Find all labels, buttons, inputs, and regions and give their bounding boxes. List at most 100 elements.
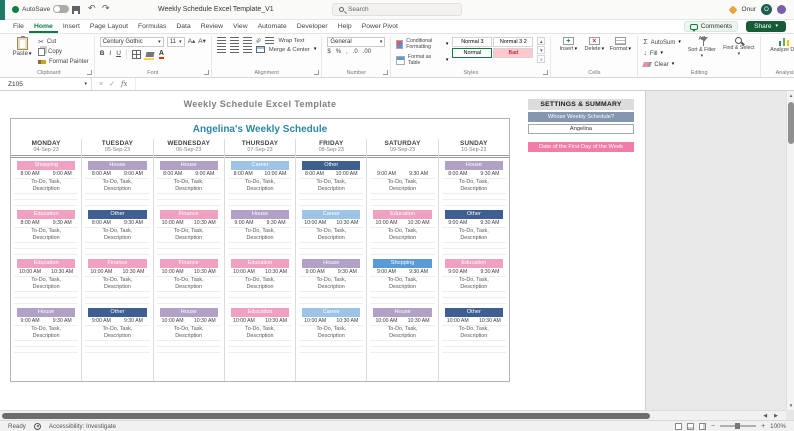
todo-cell[interactable]: To-Do, Task, Description <box>299 326 364 341</box>
vertical-scrollbar[interactable]: ▲ ▼ <box>786 91 794 410</box>
category-cell[interactable]: Other <box>444 210 503 219</box>
wrap-text-icon[interactable] <box>265 37 275 44</box>
category-cell[interactable]: House <box>17 308 76 317</box>
category-cell[interactable]: Education <box>230 259 290 268</box>
horizontal-scrollbar[interactable]: ◀ ▶ <box>0 410 794 420</box>
time-cell[interactable]: 8:00 AM 9:30 AM <box>85 219 150 228</box>
font-family-select[interactable]: Century Gothic ▾ <box>99 37 164 47</box>
horizontal-scroll-thumb[interactable] <box>2 413 650 419</box>
cell-style-normal[interactable]: Normal <box>452 48 493 58</box>
tab-insert[interactable]: Insert <box>58 20 85 33</box>
page-layout-view-icon[interactable] <box>686 422 694 430</box>
category-cell[interactable]: Finance <box>88 259 147 268</box>
format-as-table-button[interactable]: Format as Table ▾ <box>396 53 448 68</box>
cell-style-normal-3-2[interactable]: Normal 3 2 <box>493 37 534 47</box>
align-left-icon[interactable] <box>216 46 226 53</box>
italic-button[interactable]: I <box>109 50 111 58</box>
gallery-up-icon[interactable]: ▲ <box>537 37 546 45</box>
todo-cell[interactable]: To-Do, Task, Description <box>85 326 150 341</box>
time-cell[interactable]: 8:00 AM 9:30 AM <box>441 170 506 179</box>
time-cell[interactable]: 10:00 AM 10:30 AM <box>370 317 435 326</box>
category-cell[interactable]: Career <box>302 210 361 219</box>
todo-cell[interactable]: To-Do, Task, Description <box>85 277 150 292</box>
todo-cell[interactable]: To-Do, Task, Description <box>156 179 221 194</box>
tab-developer[interactable]: Developer <box>292 20 333 33</box>
align-middle-icon[interactable] <box>229 37 239 44</box>
category-cell[interactable]: Shopping <box>373 259 432 268</box>
zoom-in-icon[interactable]: + <box>761 423 765 430</box>
time-cell[interactable]: 10:00 AM 10:30 AM <box>156 317 221 326</box>
todo-cell[interactable]: To-Do, Task, Description <box>227 277 293 292</box>
todo-cell[interactable]: To-Do, Task, Description <box>441 228 506 243</box>
share-button[interactable]: Share ▾ <box>746 21 786 32</box>
number-format-select[interactable]: General ▾ <box>327 37 386 47</box>
todo-cell[interactable]: To-Do, Task, Description <box>85 228 150 243</box>
category-cell[interactable]: Education <box>17 210 76 219</box>
time-cell[interactable]: 10:00 AM 10:30 AM <box>14 268 79 277</box>
time-cell[interactable]: 8:00 AM 9:00 AM <box>156 170 221 179</box>
category-cell[interactable]: Education <box>17 259 76 268</box>
align-center-icon[interactable] <box>229 46 239 53</box>
time-cell[interactable]: 9:00 AM 9:30 AM <box>85 317 150 326</box>
time-cell[interactable]: 9:00 AM 9:30 AM <box>370 170 435 179</box>
category-cell[interactable]: Finance <box>159 259 218 268</box>
vertical-scroll-thumb[interactable] <box>788 102 794 144</box>
conditional-formatting-button[interactable]: Conditional Formatting ▾ <box>396 37 448 52</box>
todo-cell[interactable]: To-Do, Task, Description <box>441 277 506 292</box>
category-cell[interactable]: Other <box>88 308 147 317</box>
percent-button[interactable]: % <box>336 49 341 55</box>
scroll-up-icon[interactable]: ▲ <box>787 91 794 100</box>
time-cell[interactable]: 8:00 AM 9:00 AM <box>85 170 150 179</box>
worksheet[interactable]: Weekly Schedule Excel Template Angelina'… <box>0 91 786 410</box>
time-cell[interactable]: 10:00 AM 10:30 AM <box>227 268 293 277</box>
time-cell[interactable]: 10:00 AM 10:30 AM <box>227 317 293 326</box>
save-icon[interactable] <box>72 6 80 14</box>
align-right-icon[interactable] <box>242 46 252 53</box>
tab-file[interactable]: File <box>8 20 29 33</box>
underline-button[interactable]: U <box>116 50 121 58</box>
category-cell[interactable]: Career <box>230 161 290 170</box>
merge-center-label[interactable]: Merge & Center <box>269 47 310 53</box>
find-select-button[interactable]: Find & Select ▾ <box>723 37 755 57</box>
fill-button[interactable]: ↓ Fill ▾ <box>643 48 681 59</box>
scroll-right-icon[interactable]: ▶ <box>774 413 778 419</box>
shrink-font-button[interactable]: A▾ <box>198 38 206 46</box>
align-top-icon[interactable] <box>216 37 226 44</box>
fx-icon[interactable]: fx <box>121 80 128 88</box>
todo-cell[interactable]: To-Do, Task, Description <box>441 179 506 194</box>
borders-button[interactable] <box>131 49 141 59</box>
time-cell[interactable]: 10:00 AM 10:30 AM <box>156 268 221 277</box>
tab-help[interactable]: Help <box>333 20 357 33</box>
format-painter-button[interactable]: Format Painter <box>38 57 89 67</box>
todo-cell[interactable]: To-Do, Task, Description <box>85 179 150 194</box>
merge-center-icon[interactable] <box>255 46 265 53</box>
tab-automate[interactable]: Automate <box>253 20 292 33</box>
insert-cells-button[interactable]: + Insert ▾ <box>556 37 580 52</box>
wrap-text-label[interactable]: Wrap Text <box>278 38 304 44</box>
todo-cell[interactable]: To-Do, Task, Description <box>299 228 364 243</box>
category-cell[interactable]: Other <box>88 210 147 219</box>
enter-icon[interactable]: ✓ <box>109 80 115 88</box>
redo-icon[interactable]: ↷ <box>102 4 110 13</box>
normal-view-icon[interactable] <box>674 422 682 430</box>
comments-button[interactable]: Comments <box>683 21 739 32</box>
time-cell[interactable]: 8:00 AM 10:00 AM <box>299 170 364 179</box>
todo-cell[interactable]: To-Do, Task, Description <box>227 228 293 243</box>
tab-review[interactable]: Review <box>196 20 228 33</box>
time-cell[interactable]: 9:00 AM 9:30 AM <box>14 317 79 326</box>
todo-cell[interactable]: To-Do, Task, Description <box>441 326 506 341</box>
page-break-view-icon[interactable] <box>698 422 706 430</box>
tab-page-layout[interactable]: Page Layout <box>85 20 133 33</box>
todo-cell[interactable]: To-Do, Task, Description <box>370 277 435 292</box>
todo-cell[interactable]: To-Do, Task, Description <box>14 179 79 194</box>
zoom-level[interactable]: 100% <box>770 423 786 430</box>
gallery-more-icon[interactable]: ≡ <box>537 55 546 63</box>
user-avatar[interactable]: O <box>761 4 772 15</box>
category-cell[interactable]: Education <box>373 210 432 219</box>
search-box[interactable]: Search <box>332 3 462 16</box>
document-title[interactable]: Weekly Schedule Excel Template_V1 <box>158 6 274 13</box>
increase-decimal-button[interactable]: .0 <box>353 49 358 55</box>
scroll-down-icon[interactable]: ▼ <box>787 401 794 410</box>
time-cell[interactable]: 10:00 AM 10:30 AM <box>441 317 506 326</box>
copy-button[interactable]: Copy <box>38 47 89 57</box>
